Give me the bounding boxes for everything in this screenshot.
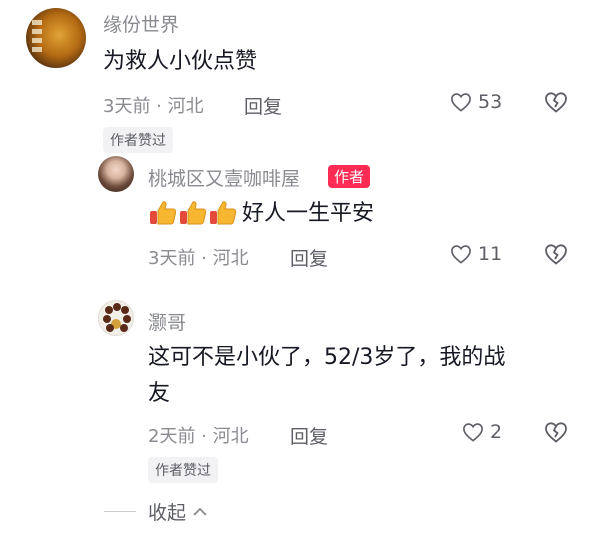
like-button[interactable]: 11 [450, 243, 502, 265]
author-liked-badge: 作者赞过 [103, 127, 173, 153]
heart-outline-icon [450, 92, 472, 112]
dislike-button[interactable] [544, 243, 568, 265]
reply-button[interactable]: 回复 [290, 244, 328, 271]
like-count: 11 [478, 243, 503, 265]
dislike-button[interactable] [544, 91, 568, 113]
thumbs-up-icon [178, 198, 208, 228]
collapse-label: 收起 [148, 502, 187, 524]
comment-time-location: 3天前 · 河北 [148, 248, 249, 269]
reply-button[interactable]: 回复 [290, 422, 328, 449]
comment-time-location: 2天前 · 河北 [148, 426, 249, 447]
dislike-button[interactable] [544, 421, 568, 443]
commenter-name[interactable]: 桃城区又壹咖啡屋 [148, 164, 300, 191]
broken-heart-icon [544, 421, 568, 443]
broken-heart-icon [544, 243, 568, 265]
avatar[interactable] [26, 8, 86, 68]
thumbs-up-icon [148, 198, 178, 228]
heart-outline-icon [462, 422, 484, 442]
comment-text-line-2: 友 [148, 381, 171, 406]
comment-text-line-1: 这可不是小伙了，52/3岁了，我的战 [148, 345, 506, 370]
commenter-name[interactable]: 缘份世界 [103, 10, 179, 37]
author-tag: 作者 [328, 165, 371, 188]
comment-text: 为救人小伙点赞 [103, 49, 258, 74]
comment-text: 好人一生平安 [242, 201, 375, 226]
chevron-up-icon [192, 506, 208, 518]
avatar[interactable] [98, 300, 134, 336]
broken-heart-icon [544, 91, 568, 113]
thumbs-up-emoji [148, 198, 238, 228]
like-count: 2 [490, 421, 503, 443]
like-button[interactable]: 53 [450, 91, 502, 113]
like-button[interactable]: 2 [462, 421, 502, 443]
like-count: 53 [478, 91, 503, 113]
author-liked-badge: 作者赞过 [148, 457, 218, 483]
heart-outline-icon [450, 244, 472, 264]
divider-line [104, 511, 136, 512]
avatar[interactable] [98, 156, 134, 192]
reply-button[interactable]: 回复 [244, 92, 282, 119]
comment-time-location: 3天前 · 河北 [103, 96, 204, 117]
commenter-name[interactable]: 灏哥 [148, 308, 186, 335]
collapse-replies-button[interactable]: 收起 [104, 498, 208, 525]
thumbs-up-icon [208, 198, 238, 228]
